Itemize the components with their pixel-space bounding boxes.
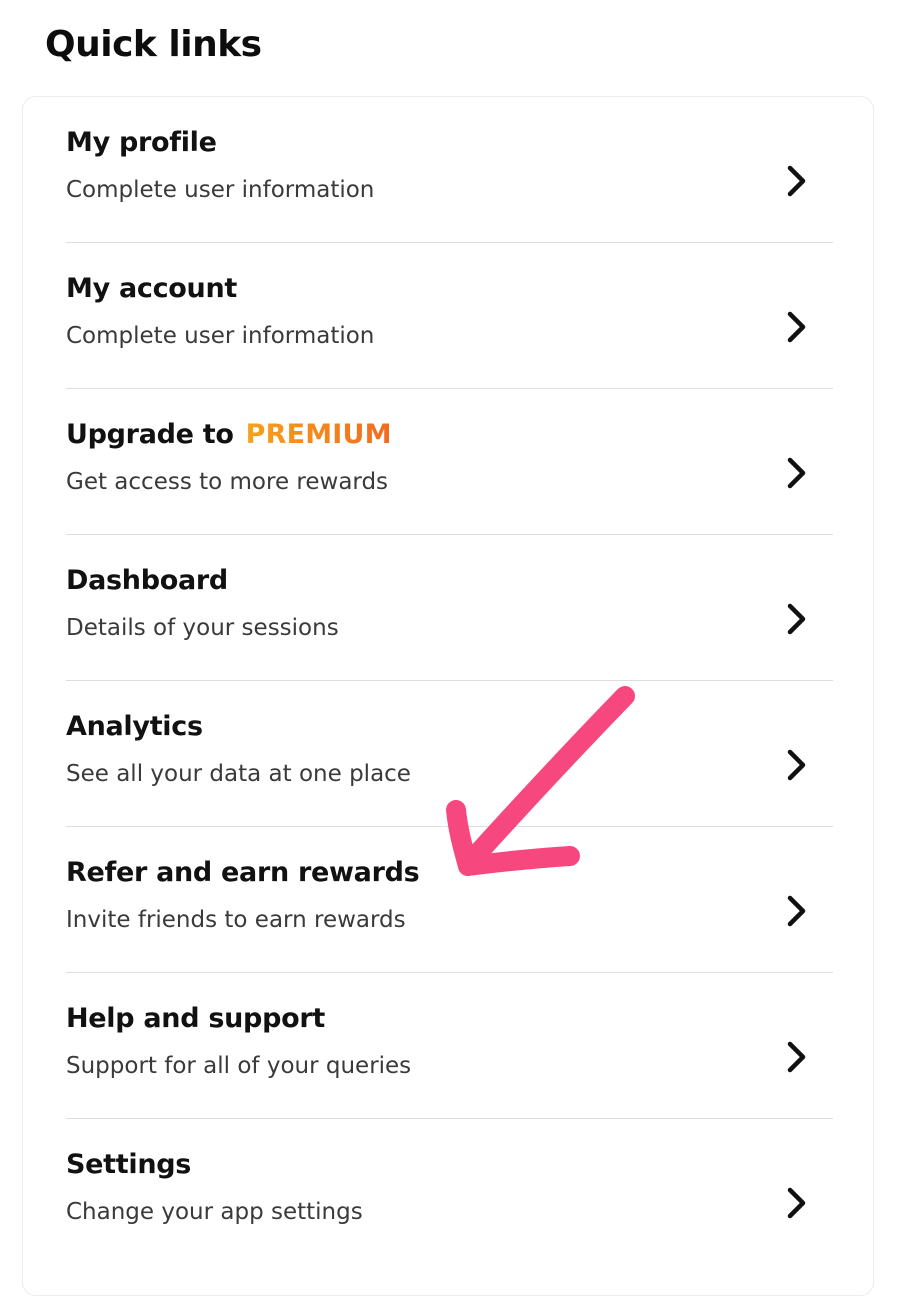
page-title: Quick links — [45, 24, 262, 65]
quick-link-dashboard[interactable]: Dashboard Details of your sessions — [66, 535, 833, 681]
quick-link-subtitle: Invite friends to earn rewards — [66, 907, 406, 933]
quick-link-subtitle: Get access to more rewards — [66, 469, 389, 495]
quick-link-my-profile[interactable]: My profile Complete user information — [66, 97, 833, 243]
quick-link-title: Refer and earn rewards — [66, 857, 420, 888]
chevron-right-icon — [787, 895, 806, 927]
chevron-right-icon — [787, 165, 806, 197]
chevron-right-icon — [787, 1041, 806, 1073]
quick-link-my-account[interactable]: My account Complete user information — [66, 243, 833, 389]
quick-link-subtitle: Change your app settings — [66, 1199, 363, 1225]
chevron-right-icon — [787, 1187, 806, 1219]
quick-links-card: My profile Complete user information My … — [22, 96, 874, 1296]
premium-badge: PREMIUM — [245, 419, 392, 450]
quick-link-subtitle: Complete user information — [66, 177, 375, 203]
chevron-right-icon — [787, 749, 806, 781]
quick-link-subtitle: Support for all of your queries — [66, 1053, 412, 1079]
quick-link-upgrade-premium[interactable]: Upgrade to PREMIUM Get access to more rew… — [66, 389, 833, 535]
quick-link-title-row: Upgrade to PREMIUM — [66, 419, 392, 450]
quick-link-title: Help and support — [66, 1003, 325, 1034]
chevron-right-icon — [787, 457, 806, 489]
quick-link-title: My profile — [66, 127, 217, 158]
quick-link-subtitle: See all your data at one place — [66, 761, 411, 787]
chevron-right-icon — [787, 311, 806, 343]
chevron-right-icon — [787, 603, 806, 635]
quick-link-settings[interactable]: Settings Change your app settings — [66, 1119, 833, 1265]
quick-link-title: Settings — [66, 1149, 192, 1180]
quick-link-analytics[interactable]: Analytics See all your data at one place — [66, 681, 833, 827]
quick-link-title: My account — [66, 273, 237, 304]
quick-link-subtitle: Details of your sessions — [66, 615, 339, 641]
quick-link-help-support[interactable]: Help and support Support for all of your… — [66, 973, 833, 1119]
quick-link-title: Analytics — [66, 711, 203, 742]
quick-link-title: Upgrade to — [66, 419, 234, 450]
quick-link-subtitle: Complete user information — [66, 323, 375, 349]
quick-link-refer-earn[interactable]: Refer and earn rewards Invite friends to… — [66, 827, 833, 973]
quick-link-title: Dashboard — [66, 565, 228, 596]
